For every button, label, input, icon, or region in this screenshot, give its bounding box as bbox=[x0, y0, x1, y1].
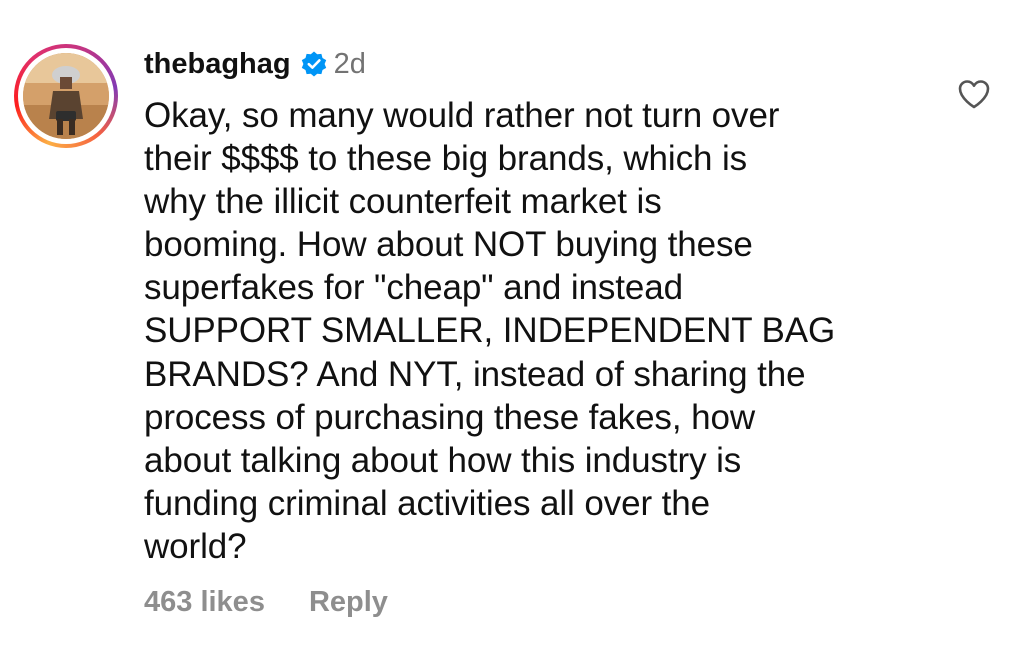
likes-count[interactable]: 463 likes bbox=[144, 586, 265, 619]
avatar-gap bbox=[18, 48, 114, 144]
reply-button[interactable]: Reply bbox=[309, 586, 388, 619]
avatar-image bbox=[23, 53, 109, 139]
story-ring[interactable] bbox=[14, 44, 118, 148]
avatar bbox=[23, 53, 109, 139]
comment-text: Okay, so many would rather not turn over… bbox=[144, 96, 836, 566]
username[interactable]: thebaghag bbox=[144, 48, 291, 81]
comment-footer: 463 likes Reply bbox=[144, 586, 388, 619]
comment-header: thebaghag 2d bbox=[144, 44, 366, 84]
timestamp[interactable]: 2d bbox=[334, 48, 366, 81]
comment: thebaghag 2d Okay, so many would rather … bbox=[0, 0, 1024, 655]
verified-badge-icon bbox=[300, 50, 328, 78]
